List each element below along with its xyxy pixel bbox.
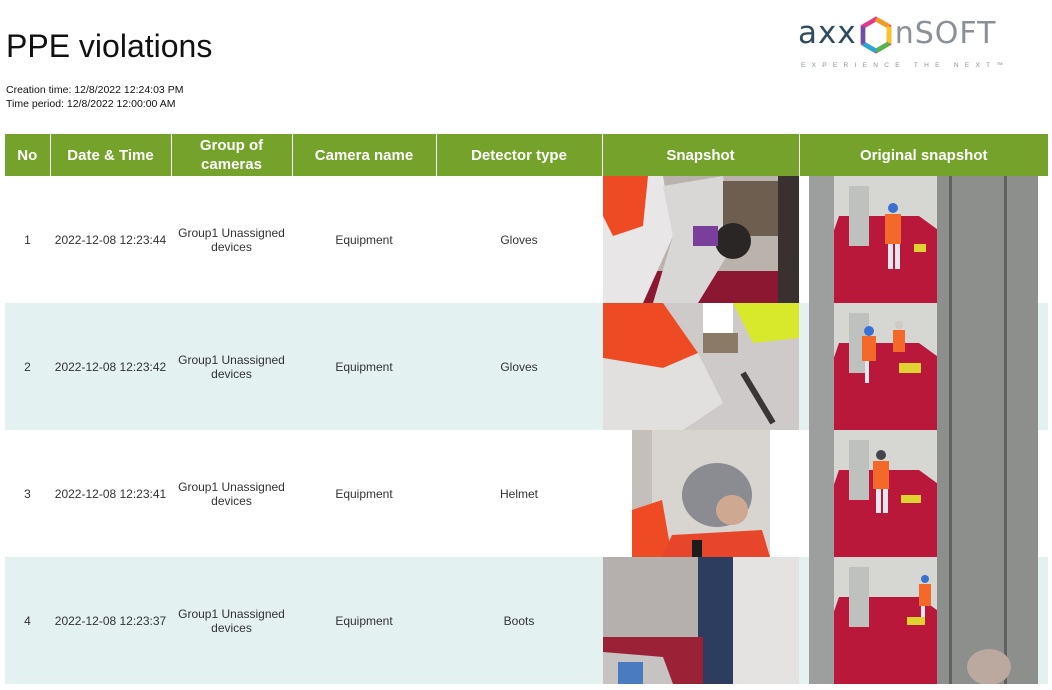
cell-group: Group1 Unassigned devices xyxy=(171,557,292,684)
original-snapshot-image[interactable] xyxy=(809,303,1038,430)
cell-detector: Gloves xyxy=(436,303,602,430)
snapshot-image[interactable] xyxy=(602,303,799,430)
table-row: 2 2022-12-08 12:23:42 Group1 Unassigned … xyxy=(5,303,1048,430)
report-meta: Creation time: 12/8/2022 12:24:03 PM Tim… xyxy=(6,83,183,111)
cell-datetime: 2022-12-08 12:23:41 xyxy=(54,486,167,501)
original-snapshot-image[interactable] xyxy=(809,430,1038,557)
cell-no: 4 xyxy=(5,557,50,684)
logo-right-text: nSOFT xyxy=(894,16,997,51)
header-original-snapshot[interactable]: Original snapshot xyxy=(799,134,1048,176)
table-header-row: No Date & Time Group of cameras Camera n… xyxy=(5,134,1048,176)
cell-group: Group1 Unassigned devices xyxy=(178,225,285,254)
cell-detector: Gloves xyxy=(500,232,538,247)
cell-detector: Boots xyxy=(436,557,602,684)
logo-hexagon-icon xyxy=(860,15,891,54)
table-row: 4 2022-12-08 12:23:37 Group1 Unassigned … xyxy=(5,557,1048,684)
creation-time: Creation time: 12/8/2022 12:24:03 PM xyxy=(6,84,184,96)
violations-table: No Date & Time Group of cameras Camera n… xyxy=(5,134,1048,684)
original-snapshot-image[interactable] xyxy=(809,176,1038,303)
header-camera-name[interactable]: Camera name xyxy=(292,134,437,176)
cell-no: 1 xyxy=(24,232,31,247)
cell-group: Group1 Unassigned devices xyxy=(171,303,292,430)
logo-left-text: axx xyxy=(798,15,857,51)
cell-detector: Helmet xyxy=(499,486,538,501)
original-snapshot-image[interactable] xyxy=(809,557,1038,684)
cell-camera: Equipment xyxy=(292,557,436,684)
header-date-time[interactable]: Date & Time xyxy=(50,134,172,176)
time-period: Time period: 12/8/2022 12:00:00 AM xyxy=(6,98,176,110)
cell-group: Group1 Unassigned devices xyxy=(178,479,285,508)
axxonsoft-logo: axx nSOFT EXPERIENCE THE NEXT™ xyxy=(798,15,1048,75)
cell-datetime: 2022-12-08 12:23:37 xyxy=(50,557,171,684)
header-no[interactable]: No xyxy=(5,134,51,176)
cell-no: 2 xyxy=(5,303,50,430)
logo-tagline: EXPERIENCE THE NEXT™ xyxy=(801,62,1010,69)
snapshot-image[interactable] xyxy=(602,557,799,684)
header-detector-type[interactable]: Detector type xyxy=(436,134,603,176)
snapshot-image[interactable] xyxy=(602,176,799,303)
page-title: PPE violations xyxy=(6,28,213,64)
cell-camera: Equipment xyxy=(335,486,393,501)
cell-camera: Equipment xyxy=(292,303,436,430)
cell-camera: Equipment xyxy=(335,232,393,247)
header-snapshot[interactable]: Snapshot xyxy=(602,134,800,176)
cell-datetime: 2022-12-08 12:23:44 xyxy=(54,232,167,247)
snapshot-image[interactable] xyxy=(631,430,770,557)
header-group[interactable]: Group of cameras xyxy=(171,134,293,176)
cell-no: 3 xyxy=(24,486,31,501)
table-row: 3 2022-12-08 12:23:41 Group1 Unassigned … xyxy=(5,430,1048,557)
cell-datetime: 2022-12-08 12:23:42 xyxy=(50,303,171,430)
table-row: 1 2022-12-08 12:23:44 Group1 Unassigned … xyxy=(5,176,1048,303)
